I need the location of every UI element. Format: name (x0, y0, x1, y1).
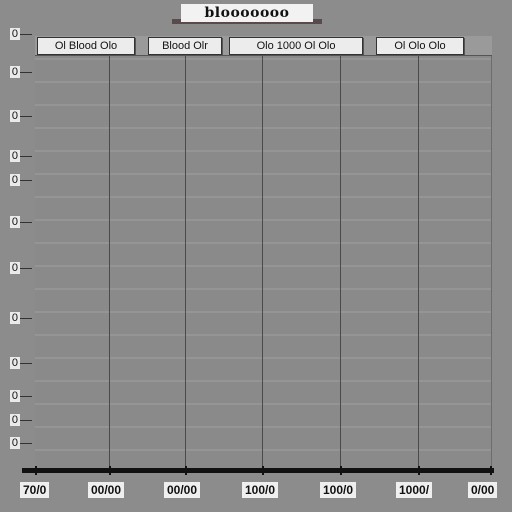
y-axis-label: 0 (9, 312, 20, 324)
y-tick (20, 180, 32, 181)
window-title: blooooooo (181, 4, 313, 22)
column-header-button-4[interactable]: Ol Olo Olo (376, 37, 464, 55)
column-divider (262, 56, 263, 470)
y-axis-label: 0 (9, 357, 20, 369)
y-tick (20, 363, 32, 364)
x-axis-label: 1000/ (396, 482, 433, 498)
y-tick (20, 222, 32, 223)
y-tick (20, 443, 32, 444)
column-header-button-1[interactable]: Ol Blood Olo (37, 37, 135, 55)
x-axis-label: 70/0 (20, 482, 50, 498)
x-tick (490, 466, 492, 475)
data-grid (35, 36, 492, 470)
y-axis-label: 0 (9, 437, 20, 449)
x-axis-label: 00/00 (164, 482, 201, 498)
x-tick (109, 466, 111, 475)
x-tick (35, 466, 37, 475)
y-axis-label: 0 (9, 390, 20, 402)
x-axis-label: 00/00 (88, 482, 125, 498)
y-tick (20, 396, 32, 397)
y-tick (20, 72, 32, 73)
x-tick (262, 466, 264, 475)
y-axis-label: 0 (9, 110, 20, 122)
y-axis-label: 0 (9, 414, 20, 426)
y-tick (20, 116, 32, 117)
y-tick (20, 420, 32, 421)
y-axis-label: 0 (9, 262, 20, 274)
y-axis-label: 0 (9, 28, 20, 40)
column-header-button-3[interactable]: Olo 1000 Ol Olo (229, 37, 363, 55)
y-tick (20, 156, 32, 157)
y-axis-label: 0 (9, 66, 20, 78)
x-tick (340, 466, 342, 475)
column-divider (185, 56, 186, 470)
y-tick (20, 318, 32, 319)
column-divider (109, 56, 110, 470)
application-window: blooooooo Ol Blood Olo Blood Olr Olo 100… (0, 0, 512, 512)
y-tick (20, 34, 32, 35)
y-axis-label: 0 (9, 174, 20, 186)
column-divider (418, 56, 419, 470)
column-header-button-2[interactable]: Blood Olr (148, 37, 222, 55)
x-tick (418, 466, 420, 475)
x-axis-label: 0/00 (468, 482, 498, 498)
x-tick (185, 466, 187, 475)
column-divider (340, 56, 341, 470)
x-axis-label: 100/0 (320, 482, 357, 498)
y-tick (20, 268, 32, 269)
x-axis-label: 100/0 (242, 482, 279, 498)
y-axis-label: 0 (9, 216, 20, 228)
x-axis-line (22, 468, 494, 473)
y-axis-label: 0 (9, 150, 20, 162)
